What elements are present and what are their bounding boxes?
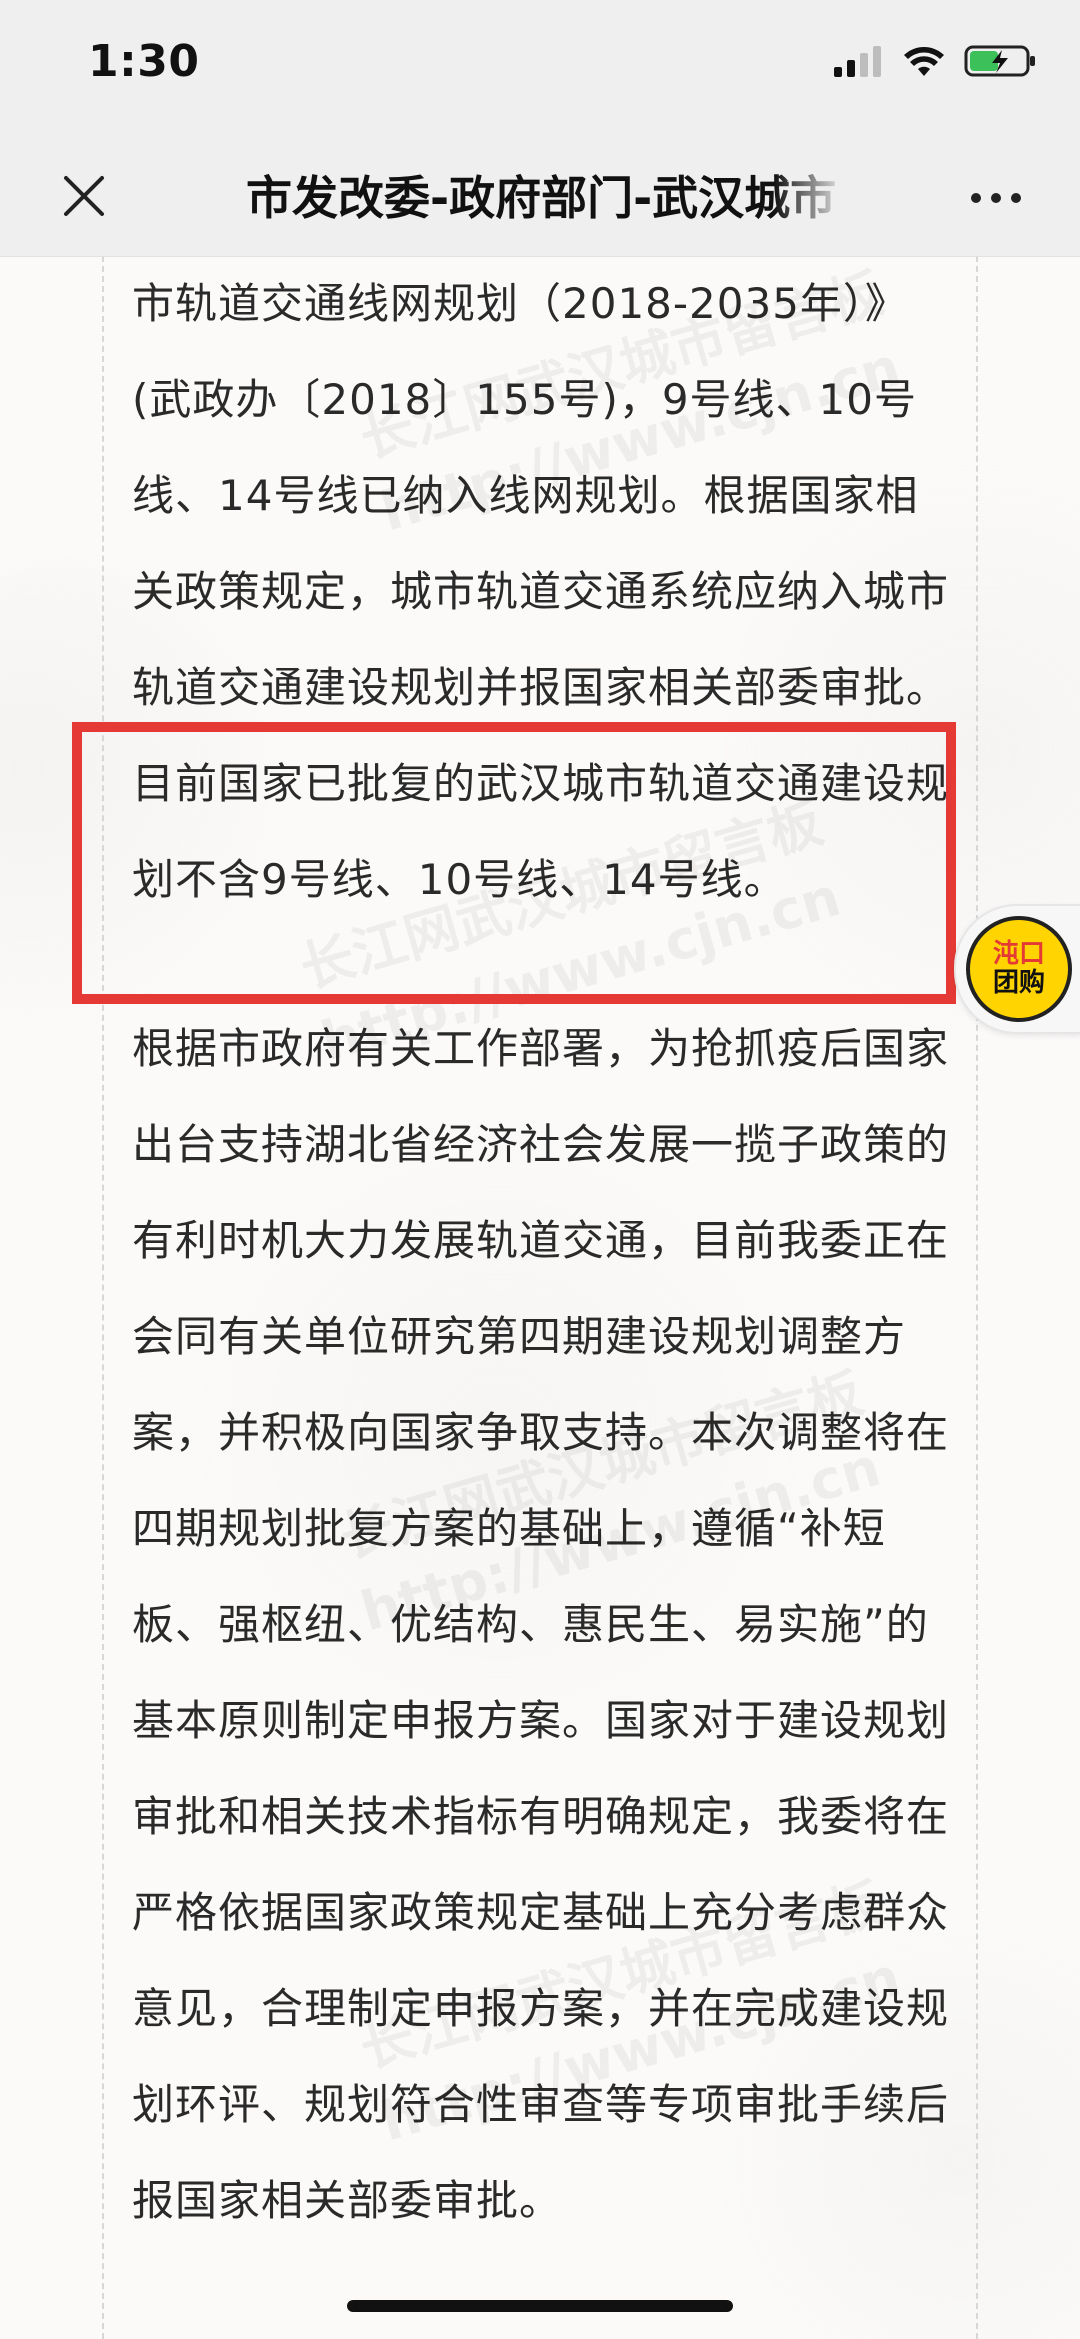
badge-line-2: 团购: [992, 968, 1045, 998]
signal-icon: [834, 45, 884, 77]
wifi-icon: [902, 44, 946, 78]
screen: 1:30 市发改委-政府部门-武汉城市 市轨道交通线网规划（2018-2035年…: [0, 0, 1080, 2339]
status-bar: 1:30: [0, 0, 1080, 140]
more-button[interactable]: [964, 170, 1028, 226]
close-button[interactable]: [52, 166, 116, 230]
reply-paragraph-1: 市轨道交通线网规划（2018-2035年）》(武政办〔2018〕155号)，9号…: [132, 279, 950, 904]
page-title: 市发改委-政府部门-武汉城市: [246, 171, 837, 225]
group-buy-icon: 沌口 团购: [966, 916, 1072, 1022]
reply-paragraph-2: 根据市政府有关工作部署，为抢抓疫后国家出台支持湖北省经济社会发展一揽子政策的有利…: [132, 1024, 950, 2225]
battery-charging-icon: [964, 44, 1038, 78]
status-icons: [834, 44, 1038, 78]
badge-line-1: 沌口: [992, 938, 1045, 969]
close-icon: [62, 174, 106, 222]
more-icon: [970, 189, 1022, 208]
home-indicator[interactable]: [347, 2300, 733, 2312]
status-time: 1:30: [88, 36, 200, 87]
reply-content: 市轨道交通线网规划（2018-2035年）》(武政办〔2018〕155号)，9号…: [102, 256, 978, 2339]
group-buy-badge[interactable]: 沌口 团购: [954, 904, 1080, 1034]
nav-bar: 市发改委-政府部门-武汉城市: [0, 140, 1080, 257]
